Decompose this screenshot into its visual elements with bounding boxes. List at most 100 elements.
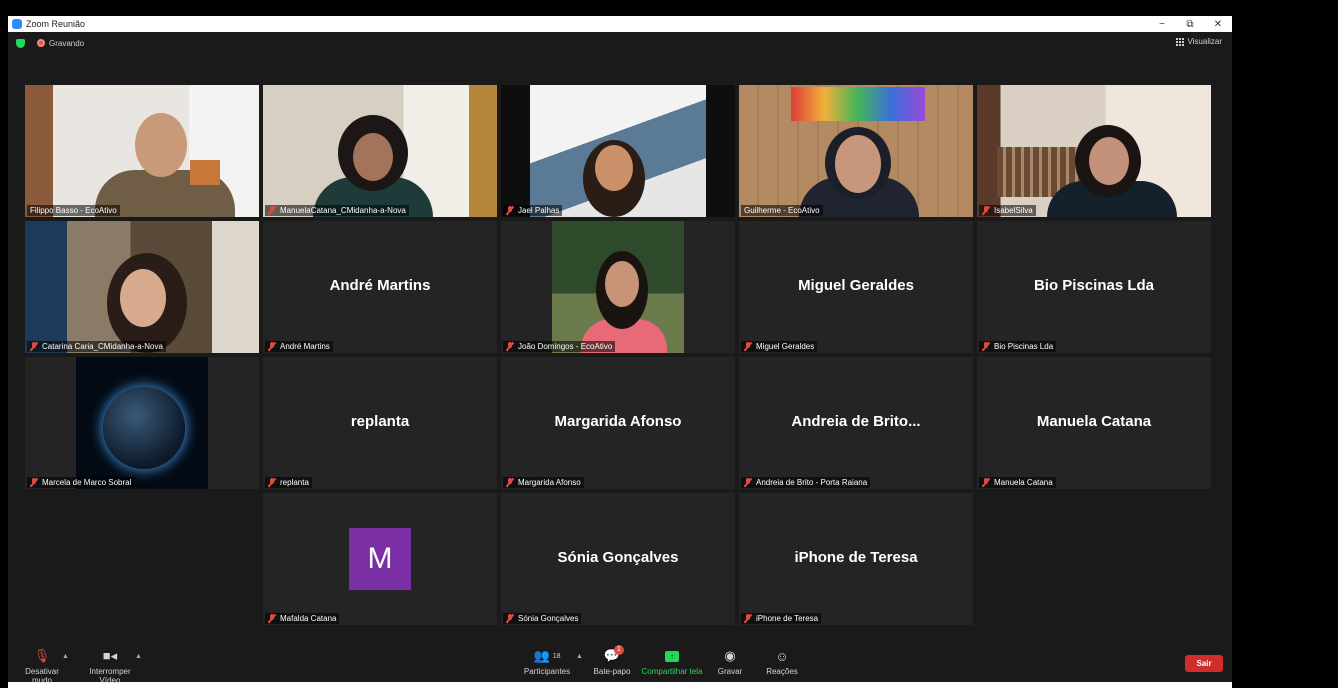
participant-tile[interactable]: Sónia Gonçalves Sónia Gonçalves <box>501 493 735 625</box>
restore-button[interactable]: ⧉ <box>1176 16 1204 32</box>
participant-name-label: Jael Palhas <box>503 205 563 216</box>
record-button[interactable]: ◉ Gravar <box>712 648 748 676</box>
earth-image <box>103 387 185 469</box>
participant-face <box>135 113 187 177</box>
participant-tile[interactable]: Miguel Geraldes Miguel Geraldes <box>739 221 973 353</box>
mic-muted-icon <box>268 206 276 215</box>
recording-icon <box>37 39 45 47</box>
leave-meeting-button[interactable]: Sair <box>1185 655 1223 672</box>
participant-tile[interactable]: iPhone de Teresa iPhone de Teresa <box>739 493 973 625</box>
recording-label: Gravando <box>49 38 85 48</box>
mic-muted-icon <box>982 478 990 487</box>
encryption-shield-icon[interactable] <box>16 38 25 48</box>
mic-muted-icon <box>506 342 514 351</box>
participant-name-label: Marcela de Marco Sobral <box>27 477 135 488</box>
mic-muted-icon <box>30 478 38 487</box>
participant-name-label: Andreia de Brito - Porta Raiana <box>741 477 871 488</box>
gallery-grid-icon <box>1176 37 1185 46</box>
participant-display-name: André Martins <box>329 277 431 294</box>
mic-muted-icon <box>744 342 752 351</box>
reactions-button[interactable]: ☺ Reações <box>760 648 804 677</box>
video-button[interactable]: ■◂ Interromper Vídeo <box>78 648 142 685</box>
participant-name-label: Bio Piscinas Lda <box>979 341 1057 352</box>
share-screen-button[interactable]: ↑ Compartilhar tela <box>640 648 704 676</box>
participant-name-label: Filippo Basso - EcoAtivo <box>27 205 120 216</box>
minimize-button[interactable]: − <box>1148 16 1176 32</box>
gallery-view: Filippo Basso - EcoAtivo ManuelaCatana_C… <box>25 85 1215 629</box>
participant-face <box>835 135 881 193</box>
zoom-window: Zoom Reunião − ⧉ ✕ Gravando Visualizar F… <box>8 16 1232 685</box>
participant-display-name: Bio Piscinas Lda <box>1033 277 1155 294</box>
mic-muted-icon <box>30 342 38 351</box>
participant-name-label: Guilherme - EcoAtivo <box>741 205 823 216</box>
participant-name-label: iPhone de Teresa <box>741 613 822 624</box>
wall-flag <box>791 87 925 121</box>
participant-name-label: Manuela Catana <box>979 477 1056 488</box>
zoom-app-icon <box>12 19 22 29</box>
mic-muted-icon <box>506 614 514 623</box>
participant-name-label: ManuelaCatana_CMidanha-a-Nova <box>265 205 409 216</box>
record-icon: ◉ <box>724 648 736 663</box>
top-black-border <box>0 0 1338 16</box>
participant-name-label: Margarida Afonso <box>503 477 584 488</box>
participant-face <box>120 269 166 327</box>
participant-tile[interactable]: André Martins André Martins <box>263 221 497 353</box>
participant-name-label: João Domingos - EcoAtivo <box>503 341 616 352</box>
participant-tile[interactable]: Andreia de Brito... Andreia de Brito - P… <box>739 357 973 489</box>
mic-muted-icon <box>268 342 276 351</box>
mic-muted-icon <box>744 478 752 487</box>
participant-tile[interactable]: replanta replanta <box>263 357 497 489</box>
mic-muted-icon <box>982 342 990 351</box>
chat-bubble-icon: 💬 1 <box>592 645 632 664</box>
participant-display-name: Margarida Afonso <box>554 413 682 430</box>
participant-tile[interactable]: Jael Palhas <box>501 85 735 217</box>
participant-tile[interactable]: Catarina Caria_CMidanha-a-Nova <box>25 221 259 353</box>
participant-tile[interactable]: M Mafalda Catana <box>263 493 497 625</box>
participant-face <box>1089 137 1129 185</box>
participant-name-label: Miguel Geraldes <box>741 341 818 352</box>
participant-tile[interactable]: João Domingos - EcoAtivo <box>501 221 735 353</box>
audio-options-caret-icon[interactable]: ▲ <box>62 653 69 660</box>
window-title: Zoom Reunião <box>26 19 86 29</box>
mic-muted-icon <box>744 614 752 623</box>
participant-tile[interactable]: Marcela de Marco Sobral <box>25 357 259 489</box>
participants-button[interactable]: 👥 18 Participantes <box>522 648 572 676</box>
participant-name-label: replanta <box>265 477 312 488</box>
participant-tile-active-speaker[interactable]: Guilherme - EcoAtivo <box>739 85 973 217</box>
participant-tile[interactable]: Bio Piscinas Lda Bio Piscinas Lda <box>977 221 1211 353</box>
video-options-caret-icon[interactable]: ▲ <box>135 653 142 660</box>
share-screen-icon: ↑ <box>640 648 704 664</box>
participant-display-name: Sónia Gonçalves <box>557 549 679 566</box>
participant-tile[interactable]: IsabelSilva <box>977 85 1211 217</box>
wall-picture <box>190 160 220 185</box>
mic-muted-icon <box>268 478 276 487</box>
participant-display-name: replanta <box>350 413 410 430</box>
participant-tile[interactable]: ManuelaCatana_CMidanha-a-Nova <box>263 85 497 217</box>
view-label: Visualizar <box>1187 37 1222 46</box>
right-black-border <box>1232 0 1338 688</box>
participant-face <box>595 145 633 191</box>
participant-tile[interactable]: Manuela Catana Manuela Catana <box>977 357 1211 489</box>
participant-avatar: M <box>349 528 411 590</box>
participants-icon: 👥 18 <box>533 648 561 663</box>
mic-muted-icon <box>982 206 990 215</box>
participant-name-label: Catarina Caria_CMidanha-a-Nova <box>27 341 166 352</box>
mic-muted-icon <box>506 478 514 487</box>
participant-tile[interactable]: Margarida Afonso Margarida Afonso <box>501 357 735 489</box>
participant-display-name: iPhone de Teresa <box>794 549 918 566</box>
meeting-toolbar: 🎙 Desativar mudo ▲ ■◂ Interromper Vídeo … <box>8 644 1232 685</box>
left-black-border <box>0 0 8 688</box>
screen: Zoom Reunião − ⧉ ✕ Gravando Visualizar F… <box>0 0 1338 688</box>
participant-face <box>353 133 393 181</box>
mic-muted-icon <box>506 206 514 215</box>
view-button[interactable]: Visualizar <box>1176 37 1222 46</box>
chat-button[interactable]: 💬 1 Bate-papo <box>592 645 632 676</box>
mic-muted-icon <box>268 614 276 623</box>
participant-name-label: Sónia Gonçalves <box>503 613 582 624</box>
close-button[interactable]: ✕ <box>1204 16 1232 32</box>
participant-display-name: Andreia de Brito... <box>791 413 921 430</box>
participants-options-caret-icon[interactable]: ▲ <box>576 653 583 660</box>
title-bar: Zoom Reunião − ⧉ ✕ <box>8 16 1232 32</box>
participant-display-name: Miguel Geraldes <box>798 277 914 294</box>
participant-tile[interactable]: Filippo Basso - EcoAtivo <box>25 85 259 217</box>
